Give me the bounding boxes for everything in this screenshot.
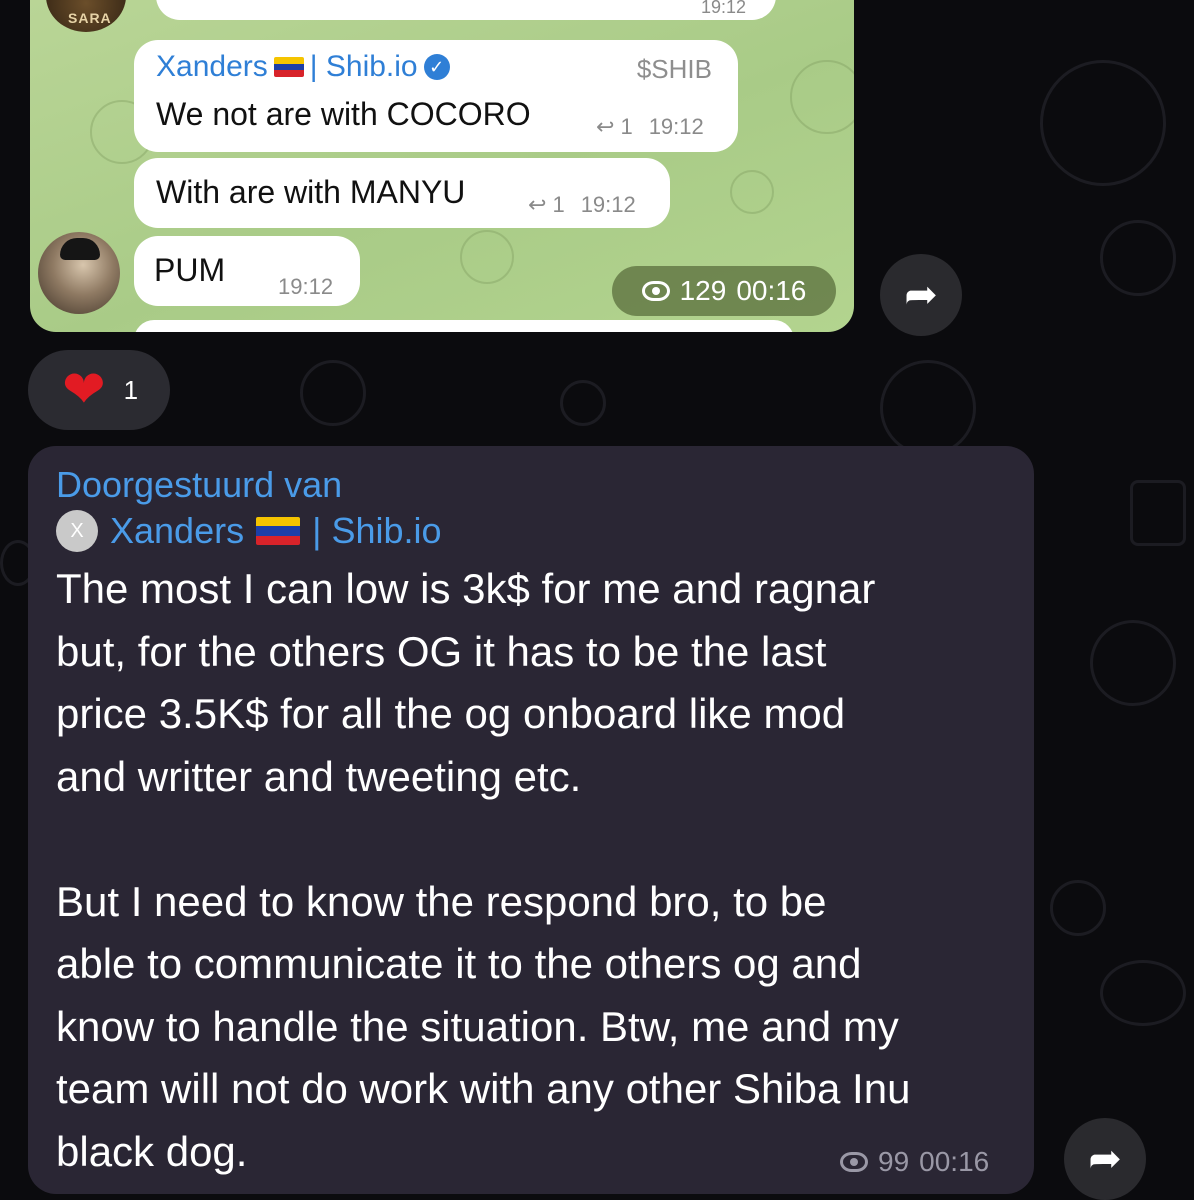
background-doodle — [1090, 620, 1176, 706]
embedded-chat-screenshot: 19:12 SARA Xanders | Shib.io ✓ $SHIB We … — [30, 0, 854, 332]
eye-icon — [840, 1152, 868, 1172]
message-time: 19:12 — [580, 192, 636, 217]
message-text: The most I can low is 3k$ for me and rag… — [56, 565, 911, 1175]
message-meta: ↩ 1 19:12 — [528, 192, 636, 218]
sender-name-text: Xanders — [156, 50, 268, 83]
sender-suffix: | Shib.io — [309, 50, 418, 83]
sender-name[interactable]: Xanders | Shib.io ✓ — [156, 50, 450, 84]
background-doodle — [880, 360, 976, 456]
previous-message-bubble[interactable]: 19:12 — [156, 0, 776, 20]
message-time: 19:12 — [700, 0, 746, 17]
background-doodle — [1050, 880, 1106, 936]
avatar: X — [56, 510, 98, 552]
reply-arrow-icon: ↩ — [528, 192, 547, 217]
message-bubble[interactable]: With are with MANYU ↩ 1 19:12 — [134, 158, 670, 228]
verified-badge-icon: ✓ — [423, 54, 450, 80]
message-bubble[interactable]: PUM 19:12 — [134, 236, 360, 306]
views-badge: 129 00:16 — [612, 266, 836, 316]
avatar[interactable] — [38, 232, 120, 314]
heart-reaction[interactable]: ❤ 1 — [28, 350, 170, 430]
message-bubble[interactable]: Xanders | Shib.io ✓ $SHIB We not are wit… — [134, 40, 738, 152]
heart-icon: ❤ — [62, 361, 106, 419]
reply-arrow-icon: ↩ — [596, 114, 615, 139]
admin-tag: $SHIB — [636, 54, 712, 84]
background-doodle — [300, 360, 366, 426]
view-count: 99 — [878, 1146, 910, 1177]
background-doodle — [1130, 480, 1186, 546]
share-button[interactable]: ➦ — [1064, 1118, 1146, 1200]
background-doodle — [1040, 60, 1166, 186]
forwarded-message[interactable]: Doorgestuurd van X Xanders | Shib.io The… — [28, 446, 1034, 1194]
reaction-count: 1 — [123, 374, 139, 405]
sender-suffix: | Shib.io — [312, 510, 442, 551]
message-meta: ↩ 1 19:12 — [596, 114, 704, 140]
share-arrow-icon: ➦ — [1088, 1137, 1122, 1181]
view-count: 129 — [679, 275, 727, 306]
message-text: PUM — [154, 252, 226, 288]
forwarded-label: Doorgestuurd van — [56, 464, 343, 505]
share-arrow-icon: ➦ — [904, 273, 938, 317]
message-time: 19:12 — [648, 114, 704, 139]
background-doodle — [1100, 960, 1186, 1026]
eye-icon — [641, 281, 670, 301]
message-text: We not are with COCORO — [156, 96, 531, 132]
message-text: With are with MANYU — [156, 174, 466, 210]
next-message-bubble[interactable] — [134, 320, 794, 332]
reply-count: 1 — [620, 114, 633, 139]
avatar[interactable]: SARA — [46, 0, 126, 32]
background-doodle — [560, 380, 606, 426]
reply-count: 1 — [552, 192, 565, 217]
sender-name-text: Xanders — [110, 510, 245, 551]
forwarded-source[interactable]: X Xanders | Shib.io — [56, 510, 442, 552]
message-time: 19:12 — [278, 274, 334, 299]
venezuela-flag-icon — [256, 517, 301, 545]
venezuela-flag-icon — [273, 57, 304, 77]
post-time: 00:16 — [919, 1146, 990, 1177]
post-time: 00:16 — [736, 275, 807, 306]
share-button[interactable]: ➦ — [880, 254, 962, 336]
background-doodle — [1100, 220, 1176, 296]
views-badge: 99 00:16 — [840, 1146, 989, 1178]
avatar-label: SARA — [68, 10, 112, 26]
